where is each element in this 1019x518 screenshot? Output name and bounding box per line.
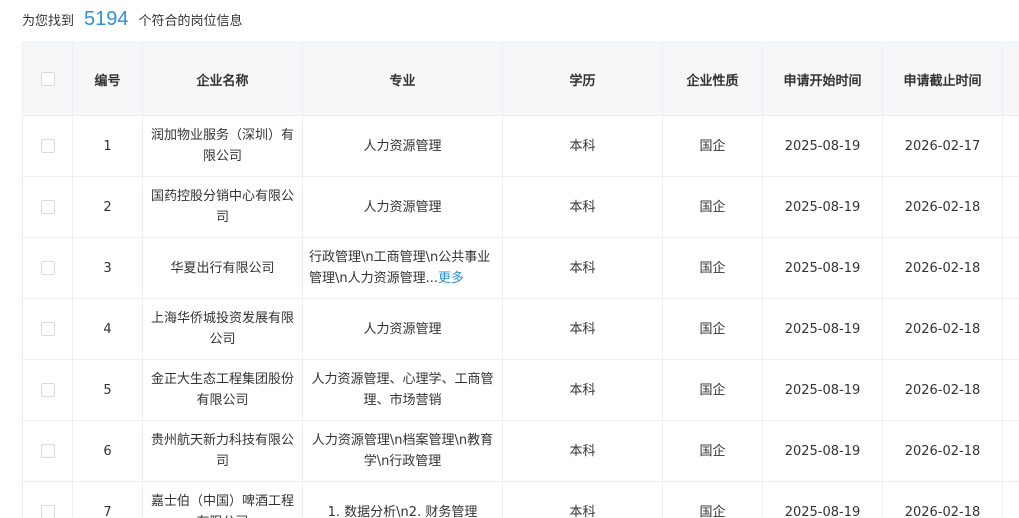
row-major: 人力资源管理: [303, 177, 503, 238]
row-start-date: 2025-08-19: [763, 177, 883, 238]
row-end-date: 2026-02-18: [883, 360, 1003, 421]
job-table-container: 编号 企业名称 专业 学历 企业性质 申请开始时间 申请截止时间 1 润加物业服…: [22, 42, 1019, 518]
row-end-date: 2026-02-18: [883, 177, 1003, 238]
row-checkbox[interactable]: [41, 200, 55, 214]
row-extra: [1003, 299, 1019, 360]
table-row[interactable]: 7 嘉士伯（中国）啤酒工程有限公司 1. 数据分析\n2. 财务管理 本科 国企…: [23, 482, 1019, 518]
row-company-type: 国企: [663, 421, 763, 482]
header-major: 专业: [303, 43, 503, 116]
row-major-cell: 行政管理\n工商管理\n公共事业管理\n人力资源管理...更多: [303, 238, 503, 299]
header-education: 学历: [503, 43, 663, 116]
row-index: 5: [73, 360, 143, 421]
row-company-type: 国企: [663, 116, 763, 177]
table-row[interactable]: 5 金正大生态工程集团股份有限公司 人力资源管理、心理学、工商管理、市场营销 本…: [23, 360, 1019, 421]
select-all-cell[interactable]: [23, 43, 73, 116]
row-extra: [1003, 177, 1019, 238]
row-education: 本科: [503, 116, 663, 177]
row-company[interactable]: 上海华侨城投资发展有限公司: [143, 299, 303, 360]
result-count: 5194: [84, 8, 129, 31]
row-education: 本科: [503, 360, 663, 421]
row-education: 本科: [503, 177, 663, 238]
header-company: 企业名称: [143, 43, 303, 116]
row-major: 人力资源管理: [303, 299, 503, 360]
row-education: 本科: [503, 421, 663, 482]
table-row[interactable]: 3 华夏出行有限公司 行政管理\n工商管理\n公共事业管理\n人力资源管理...…: [23, 238, 1019, 299]
row-start-date: 2025-08-19: [763, 360, 883, 421]
row-checkbox[interactable]: [41, 505, 55, 518]
row-index: 7: [73, 482, 143, 518]
row-end-date: 2026-02-18: [883, 238, 1003, 299]
row-checkbox[interactable]: [41, 444, 55, 458]
table-row[interactable]: 1 润加物业服务（深圳）有限公司 人力资源管理 本科 国企 2025-08-19…: [23, 116, 1019, 177]
row-start-date: 2025-08-19: [763, 421, 883, 482]
header-index: 编号: [73, 43, 143, 116]
row-checkbox[interactable]: [41, 139, 55, 153]
row-end-date: 2026-02-18: [883, 421, 1003, 482]
row-company-type: 国企: [663, 177, 763, 238]
row-company-type: 国企: [663, 482, 763, 518]
row-company[interactable]: 嘉士伯（中国）啤酒工程有限公司: [143, 482, 303, 518]
row-extra: [1003, 238, 1019, 299]
more-link[interactable]: 更多: [438, 271, 464, 286]
result-summary: 为您找到 5194 个符合的岗位信息: [22, 0, 243, 38]
row-company[interactable]: 贵州航天新力科技有限公司: [143, 421, 303, 482]
row-checkbox[interactable]: [41, 322, 55, 336]
row-end-date: 2026-02-18: [883, 482, 1003, 518]
select-all-checkbox[interactable]: [41, 72, 55, 86]
header-company-type: 企业性质: [663, 43, 763, 116]
row-extra: [1003, 360, 1019, 421]
row-education: 本科: [503, 238, 663, 299]
row-checkbox[interactable]: [41, 261, 55, 275]
row-company-type: 国企: [663, 360, 763, 421]
row-company[interactable]: 金正大生态工程集团股份有限公司: [143, 360, 303, 421]
row-company-type: 国企: [663, 299, 763, 360]
header-end-date: 申请截止时间: [883, 43, 1003, 116]
row-major: 人力资源管理、心理学、工商管理、市场营销: [303, 360, 503, 421]
job-table: 编号 企业名称 专业 学历 企业性质 申请开始时间 申请截止时间 1 润加物业服…: [22, 42, 1019, 518]
summary-prefix: 为您找到: [22, 10, 74, 29]
row-index: 3: [73, 238, 143, 299]
table-header-row: 编号 企业名称 专业 学历 企业性质 申请开始时间 申请截止时间: [23, 43, 1019, 116]
header-extra: [1003, 43, 1019, 116]
row-education: 本科: [503, 482, 663, 518]
row-extra: [1003, 421, 1019, 482]
row-company-type: 国企: [663, 238, 763, 299]
row-index: 6: [73, 421, 143, 482]
row-education: 本科: [503, 299, 663, 360]
summary-suffix: 个符合的岗位信息: [139, 10, 243, 29]
table-row[interactable]: 2 国药控股分销中心有限公司 人力资源管理 本科 国企 2025-08-19 2…: [23, 177, 1019, 238]
row-start-date: 2025-08-19: [763, 238, 883, 299]
row-major: 人力资源管理\n档案管理\n教育学\n行政管理: [303, 421, 503, 482]
row-end-date: 2026-02-18: [883, 299, 1003, 360]
row-start-date: 2025-08-19: [763, 116, 883, 177]
table-row[interactable]: 6 贵州航天新力科技有限公司 人力资源管理\n档案管理\n教育学\n行政管理 本…: [23, 421, 1019, 482]
row-company[interactable]: 国药控股分销中心有限公司: [143, 177, 303, 238]
row-start-date: 2025-08-19: [763, 482, 883, 518]
row-company[interactable]: 润加物业服务（深圳）有限公司: [143, 116, 303, 177]
row-major: 人力资源管理: [303, 116, 503, 177]
row-checkbox[interactable]: [41, 383, 55, 397]
row-end-date: 2026-02-17: [883, 116, 1003, 177]
table-row[interactable]: 4 上海华侨城投资发展有限公司 人力资源管理 本科 国企 2025-08-19 …: [23, 299, 1019, 360]
header-start-date: 申请开始时间: [763, 43, 883, 116]
row-major: 1. 数据分析\n2. 财务管理: [303, 482, 503, 518]
row-index: 2: [73, 177, 143, 238]
row-index: 1: [73, 116, 143, 177]
row-start-date: 2025-08-19: [763, 299, 883, 360]
row-extra: [1003, 482, 1019, 518]
row-index: 4: [73, 299, 143, 360]
row-extra: 人: [1003, 116, 1019, 177]
row-company[interactable]: 华夏出行有限公司: [143, 238, 303, 299]
